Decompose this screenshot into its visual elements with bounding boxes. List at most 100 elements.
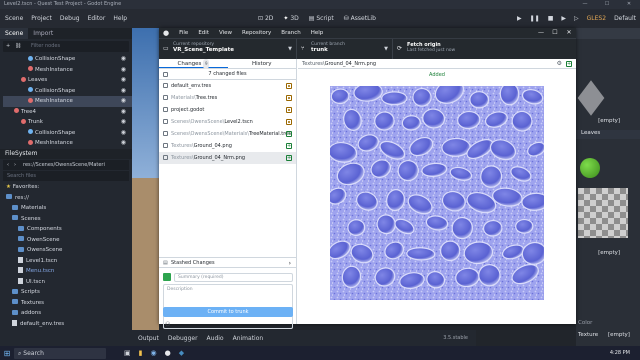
tab-audio[interactable]: Audio <box>207 335 224 342</box>
scene-tree-node[interactable]: Tree4 ◉ <box>3 107 132 118</box>
maximize-button[interactable]: ☐ <box>596 0 618 9</box>
layout-select[interactable]: Default <box>614 15 636 22</box>
summary-input[interactable]: Summary (required) <box>174 273 293 282</box>
minimize-button[interactable]: — <box>574 0 596 9</box>
filesystem-item[interactable]: Materials <box>4 203 132 214</box>
visibility-eye-icon[interactable]: ◉ <box>121 65 126 76</box>
filesystem-item[interactable]: UI.tscn <box>4 277 132 288</box>
gh-maximize-button[interactable]: ☐ <box>548 28 562 38</box>
scene-tree-node[interactable]: MeshInstance ◉ <box>3 96 132 107</box>
taskbar-app-icon[interactable]: ◆ <box>179 349 184 357</box>
add-node-icon[interactable]: + <box>6 41 10 52</box>
current-branch-button[interactable]: ⑂ Current branch trunk ▼ <box>297 39 393 59</box>
filesystem-item[interactable]: Level1.tscn <box>4 256 132 267</box>
stop-icon[interactable]: ■ <box>548 15 554 22</box>
close-button[interactable]: ✕ <box>618 0 640 9</box>
link-icon[interactable]: ⛓ <box>15 41 21 52</box>
filesystem-item[interactable]: Scenes <box>4 214 132 225</box>
gear-icon[interactable]: ⚙ <box>557 59 562 69</box>
inspector-leaves[interactable]: Leaves <box>576 130 640 139</box>
taskbar-app-icon[interactable]: ▣ <box>124 349 131 357</box>
visibility-eye-icon[interactable]: ◉ <box>121 54 126 65</box>
gh-menu-file[interactable]: File <box>179 30 188 36</box>
filesystem-item[interactable]: Menu.tscn <box>4 266 132 277</box>
filesystem-item[interactable]: OwenScene <box>4 235 132 246</box>
select-all-checkbox[interactable] <box>163 72 168 77</box>
scene-tree-node[interactable]: MeshInstance ◉ <box>3 65 132 76</box>
scene-tree-node[interactable]: CollisionShape ◉ <box>3 54 132 65</box>
scene-tree-node[interactable]: Leaves ◉ <box>3 75 132 86</box>
visibility-eye-icon[interactable]: ◉ <box>121 128 126 139</box>
changed-file-row[interactable]: project.godot <box>159 104 296 116</box>
back-arrow-icon[interactable]: ‹ <box>7 160 9 170</box>
search-files-input[interactable]: Search files <box>3 171 129 181</box>
file-checkbox[interactable] <box>163 118 168 124</box>
visibility-eye-icon[interactable]: ◉ <box>121 138 126 149</box>
scene-tree-node[interactable]: CollisionShape ◉ <box>3 128 132 139</box>
filesystem-item[interactable]: Components <box>4 224 132 235</box>
filesystem-path[interactable]: ‹ › res://Scenes/OwensScene/Materi <box>3 160 129 170</box>
gh-menu-repository[interactable]: Repository <box>242 30 271 36</box>
add-coauthor-icon[interactable]: ⚇ <box>165 321 170 328</box>
changed-file-row[interactable]: Materials\Tree.tres <box>159 92 296 104</box>
file-checkbox[interactable] <box>163 82 168 88</box>
menu-scene[interactable]: Scene <box>5 15 23 22</box>
fetch-origin-button[interactable]: ⟳ Fetch origin Last fetched just now <box>393 39 489 59</box>
pause-icon[interactable]: ❚❚ <box>530 15 540 22</box>
forward-arrow-icon[interactable]: › <box>14 160 16 170</box>
inspector-empty-3[interactable]: [empty] <box>608 332 640 341</box>
changed-file-row[interactable]: Scenes\OwensScene\Materials\TreeMaterial… <box>159 128 296 140</box>
play-scene-icon[interactable]: ▶ <box>561 15 566 22</box>
mode-script[interactable]: ▤ Script <box>309 15 334 22</box>
filesystem-item[interactable]: OwensScene <box>4 245 132 256</box>
filesystem-item[interactable]: Scripts <box>4 287 132 298</box>
scene-tree-node[interactable]: CollisionShape ◉ <box>3 86 132 97</box>
tab-output[interactable]: Output <box>138 335 159 342</box>
file-checkbox[interactable] <box>163 106 168 112</box>
menu-project[interactable]: Project <box>31 15 52 22</box>
gh-menu-edit[interactable]: Edit <box>198 30 209 36</box>
tab-debugger[interactable]: Debugger <box>168 335 198 342</box>
visibility-eye-icon[interactable]: ◉ <box>121 107 126 118</box>
play-icon[interactable]: ▶ <box>517 15 522 22</box>
inspector-empty-1[interactable]: [empty] <box>576 118 640 127</box>
filesystem-item[interactable]: addons <box>4 308 132 319</box>
gh-close-button[interactable]: ✕ <box>562 28 576 38</box>
scene-tree-node[interactable]: MeshInstance ◉ <box>3 138 132 149</box>
file-checkbox[interactable] <box>163 130 168 136</box>
gh-minimize-button[interactable]: — <box>534 28 548 38</box>
visibility-eye-icon[interactable]: ◉ <box>121 117 126 128</box>
renderer-select[interactable]: GLES2 <box>587 15 606 22</box>
tab-history[interactable]: History <box>228 59 297 68</box>
taskbar-app-icon[interactable]: ▮ <box>139 349 143 357</box>
stashed-changes-row[interactable]: ▤ Stashed Changes › <box>159 257 297 268</box>
taskbar-app-icon[interactable]: ◉ <box>150 349 156 357</box>
inspector-empty-2[interactable]: [empty] <box>576 250 640 259</box>
tab-animation[interactable]: Animation <box>233 335 264 342</box>
menu-editor[interactable]: Editor <box>88 15 106 22</box>
tab-import[interactable]: Import <box>28 28 58 39</box>
visibility-eye-icon[interactable]: ◉ <box>121 75 126 86</box>
gh-menu-view[interactable]: View <box>219 30 232 36</box>
gh-menu-branch[interactable]: Branch <box>281 30 300 36</box>
current-repository-button[interactable]: ▭ Current repository VR_Scene_Template ▼ <box>159 39 297 59</box>
filesystem-item[interactable]: res:// <box>4 193 132 204</box>
taskbar-app-icon[interactable]: ● <box>165 349 171 357</box>
scene-tree-node[interactable]: Trunk ◉ <box>3 117 132 128</box>
filter-nodes-input[interactable]: + ⛓ Filter nodes <box>3 41 129 52</box>
filesystem-item[interactable]: Textures <box>4 298 132 309</box>
play-custom-icon[interactable]: ▷ <box>574 15 579 22</box>
windows-start-icon[interactable]: ⊞ <box>0 349 14 358</box>
taskbar-search[interactable]: ⌕ Search <box>14 347 106 359</box>
filesystem-item[interactable]: ★ Favorites: <box>4 182 132 193</box>
changed-file-row[interactable]: Textures\Ground_04.png + <box>159 140 296 152</box>
file-checkbox[interactable] <box>163 94 168 100</box>
tab-changes[interactable]: Changes 9 <box>159 59 228 69</box>
visibility-eye-icon[interactable]: ◉ <box>121 86 126 97</box>
menu-debug[interactable]: Debug <box>60 15 80 22</box>
gh-menu-help[interactable]: Help <box>311 30 324 36</box>
changed-file-row[interactable]: Scenes\OwensScene\Level2.tscn <box>159 116 296 128</box>
mode-2d[interactable]: ⊡ 2D <box>258 15 273 22</box>
file-checkbox[interactable] <box>163 154 168 160</box>
visibility-eye-icon[interactable]: ◉ <box>121 96 126 107</box>
